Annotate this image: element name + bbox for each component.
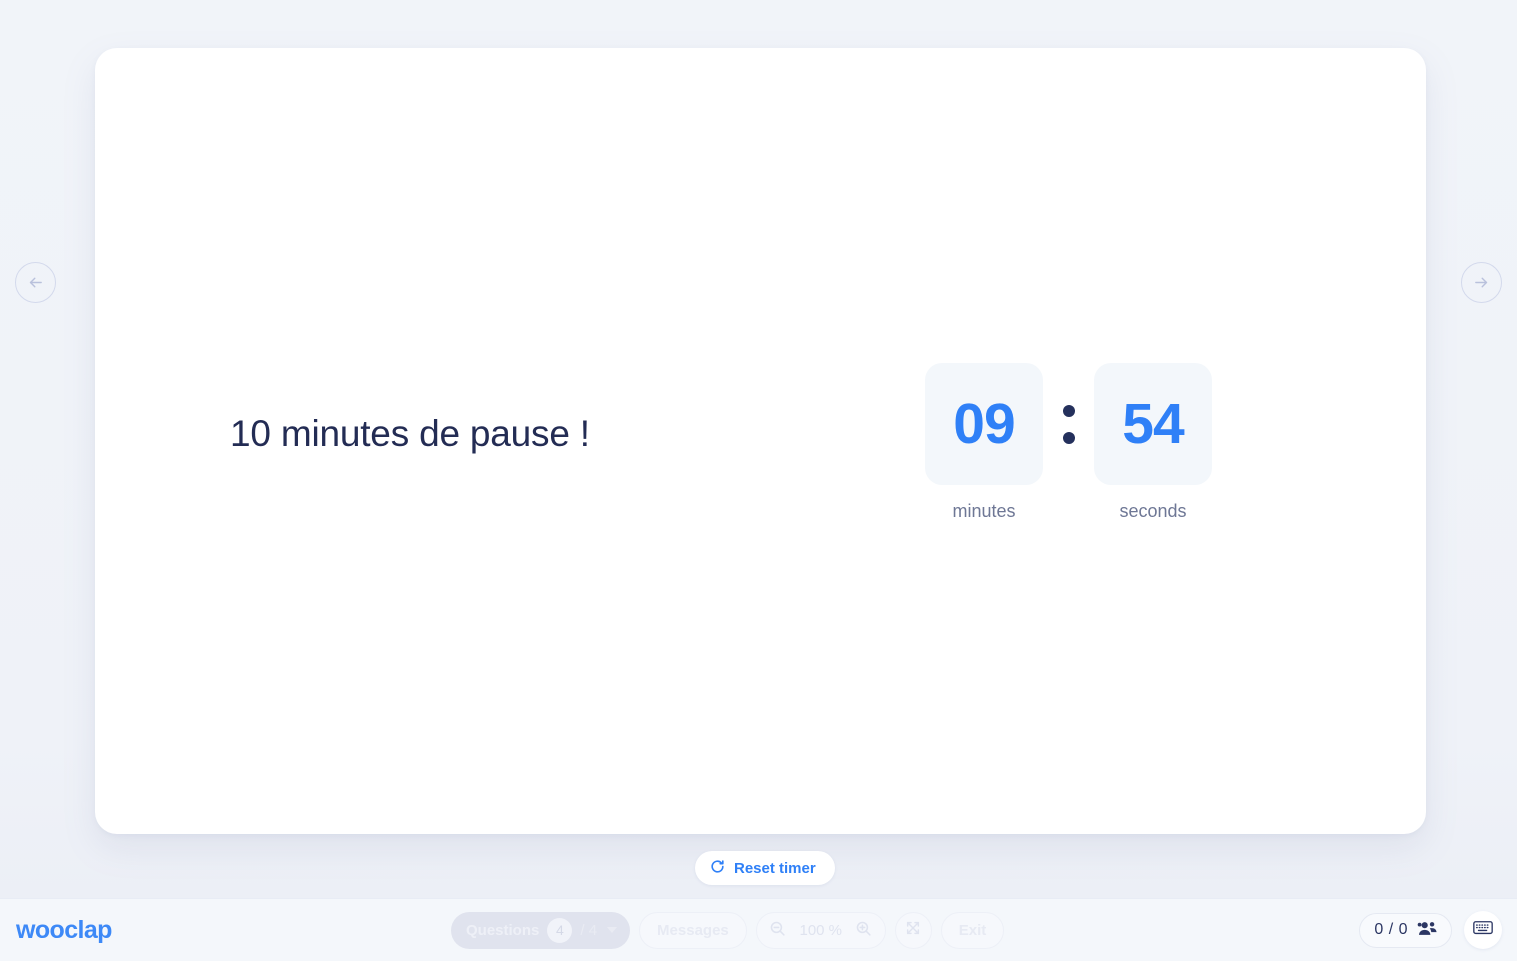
timer-separator-dot-top xyxy=(1062,404,1075,417)
keyboard-shortcuts-button[interactable] xyxy=(1464,911,1502,949)
people-icon xyxy=(1417,920,1437,941)
exit-button[interactable]: Exit xyxy=(940,911,1005,949)
reset-timer-label: Reset timer xyxy=(734,859,816,877)
questions-separator: / xyxy=(580,921,585,939)
arrow-right-icon xyxy=(1473,274,1490,291)
refresh-icon xyxy=(710,859,725,877)
questions-total-value: 4 xyxy=(588,921,598,939)
timer-minutes-label: minutes xyxy=(952,501,1016,521)
timer-separator xyxy=(1043,363,1094,485)
toolbar-center-group: Questions 4 / 4 Messages 100 % Exit xyxy=(451,911,1005,949)
fullscreen-button[interactable] xyxy=(894,911,932,949)
timer-minutes-unit: 09 minutes xyxy=(925,363,1043,522)
participants-counter[interactable]: 0 / 0 xyxy=(1359,912,1452,948)
zoom-out-icon xyxy=(769,920,786,940)
zoom-in-icon xyxy=(855,920,872,940)
timer-minutes-box: 09 xyxy=(925,363,1043,485)
fullscreen-icon xyxy=(905,920,921,941)
timer-seconds-unit: 54 seconds xyxy=(1094,363,1212,522)
arrow-left-icon xyxy=(27,274,44,291)
presentation-stage: 10 minutes de pause ! 09 minutes 54 seco… xyxy=(0,0,1517,898)
keyboard-icon xyxy=(1473,920,1493,940)
countdown-timer: 09 minutes 54 seconds xyxy=(925,363,1212,522)
timer-seconds-value: 54 xyxy=(1122,391,1184,456)
messages-button[interactable]: Messages xyxy=(639,911,747,949)
timer-separator-dot-bottom xyxy=(1062,431,1075,444)
next-slide-button[interactable] xyxy=(1461,262,1502,303)
chevron-down-icon xyxy=(607,927,618,933)
questions-selector[interactable]: Questions 4 / 4 xyxy=(451,911,631,949)
questions-label: Questions xyxy=(466,921,540,939)
questions-total: / 4 xyxy=(580,922,597,939)
timer-minutes-value: 09 xyxy=(953,391,1015,456)
timer-seconds-box: 54 xyxy=(1094,363,1212,485)
zoom-in-button[interactable] xyxy=(850,916,878,944)
bottom-toolbar: wooclap Questions 4 / 4 Messages 100 % E… xyxy=(0,898,1517,961)
slide-title: 10 minutes de pause ! xyxy=(230,413,590,454)
slide-card: 10 minutes de pause ! 09 minutes 54 seco… xyxy=(95,48,1426,834)
previous-slide-button[interactable] xyxy=(15,262,56,303)
toolbar-right-group: 0 / 0 xyxy=(1359,911,1502,949)
zoom-controls: 100 % xyxy=(755,911,886,949)
zoom-level-value: 100 % xyxy=(799,921,843,939)
zoom-out-button[interactable] xyxy=(764,916,792,944)
participants-count: 0 / 0 xyxy=(1374,921,1408,938)
wooclap-logo: wooclap xyxy=(16,915,112,944)
reset-timer-button[interactable]: Reset timer xyxy=(695,851,835,885)
timer-seconds-label: seconds xyxy=(1119,501,1187,521)
questions-current-badge: 4 xyxy=(547,917,573,943)
